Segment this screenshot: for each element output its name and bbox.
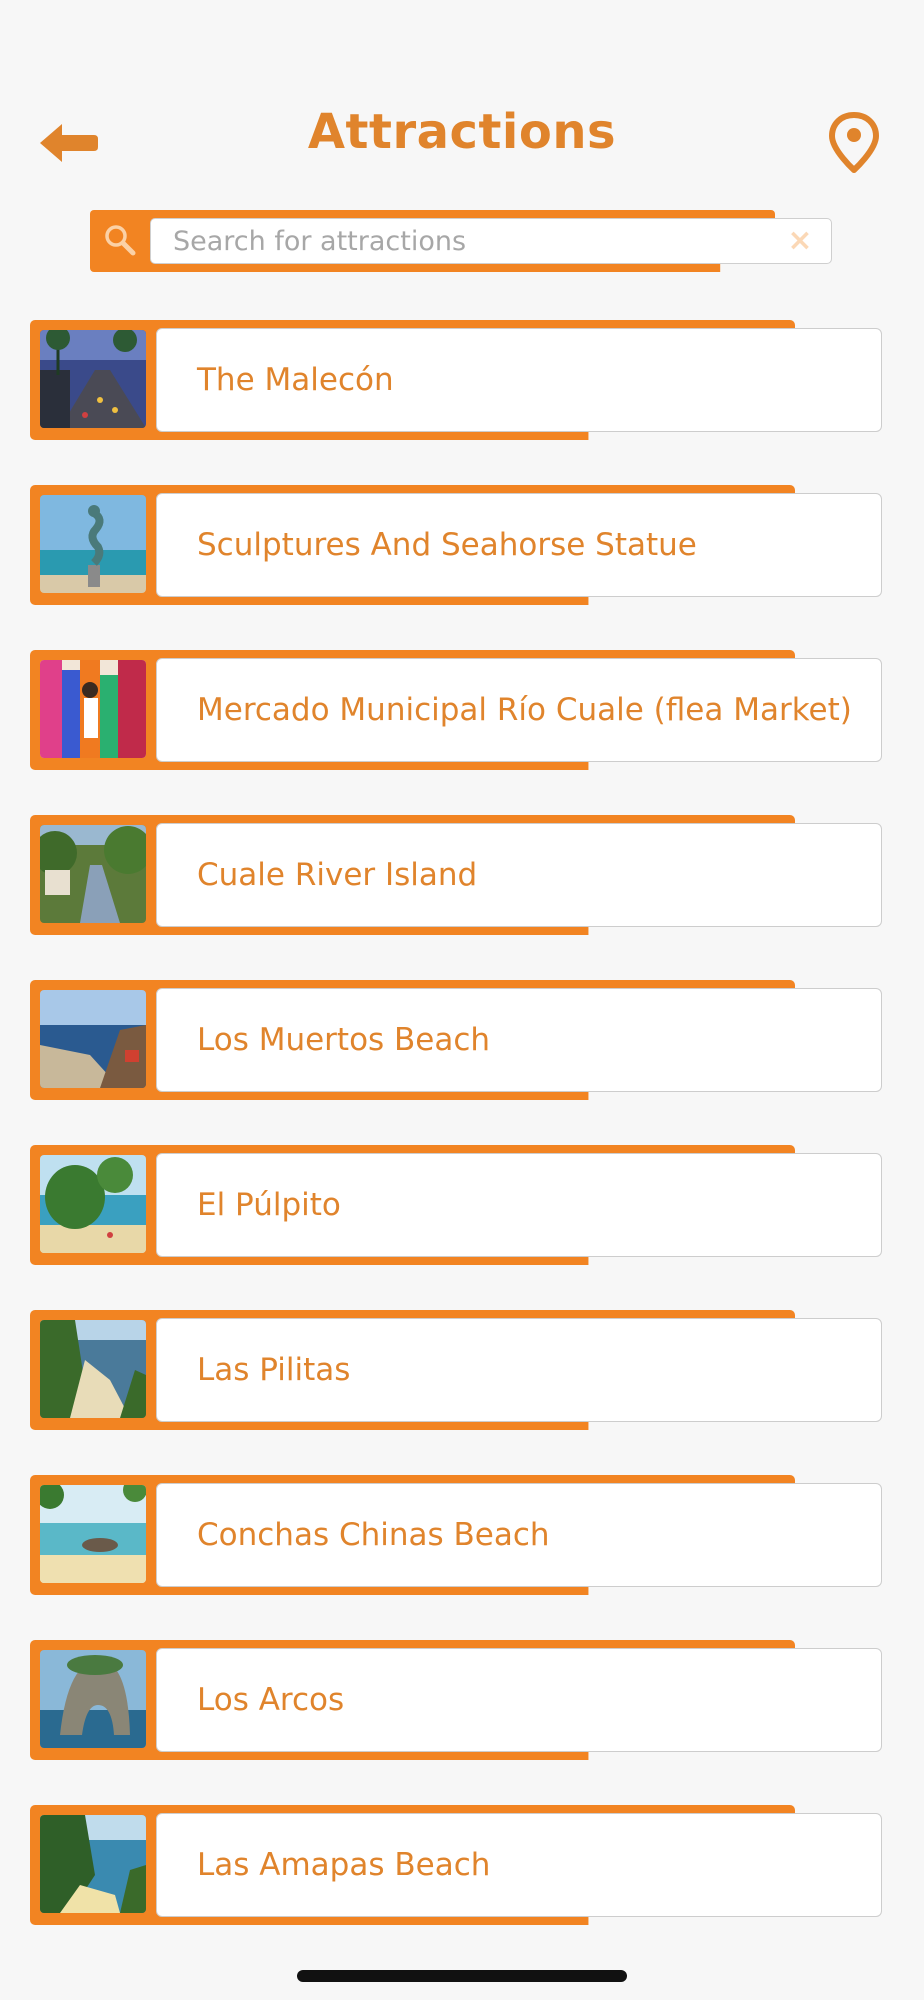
- list-item[interactable]: Los Arcos: [30, 1640, 882, 1760]
- clear-icon[interactable]: ×: [782, 223, 818, 259]
- page-title: Attractions: [307, 104, 617, 160]
- attraction-name: Los Muertos Beach: [197, 1022, 491, 1058]
- attraction-thumbnail: [40, 1155, 146, 1253]
- attraction-name: Cuale River Island: [197, 857, 478, 893]
- list-item[interactable]: Cuale River Island: [30, 815, 882, 935]
- attraction-name: Sculptures And Seahorse Statue: [197, 527, 697, 563]
- list-item[interactable]: El Púlpito: [30, 1145, 882, 1265]
- attraction-thumbnail: [40, 990, 146, 1088]
- attraction-name: Las Pilitas: [197, 1352, 351, 1388]
- attraction-name: Mercado Municipal Río Cuale (flea Market…: [197, 692, 852, 728]
- list-item[interactable]: Las Amapas Beach: [30, 1805, 882, 1925]
- home-indicator: [297, 1970, 627, 1982]
- location-button[interactable]: [828, 112, 880, 174]
- search-input[interactable]: [150, 218, 832, 264]
- attraction-thumbnail: [40, 1320, 146, 1418]
- header: Attractions: [0, 100, 924, 180]
- attraction-name: The Malecón: [197, 362, 394, 398]
- attraction-thumbnail: [40, 825, 146, 923]
- list-item[interactable]: The Malecón: [30, 320, 882, 440]
- search-bar: ×: [90, 210, 835, 272]
- attraction-thumbnail: [40, 1650, 146, 1748]
- attraction-thumbnail: [40, 1815, 146, 1913]
- attraction-thumbnail: [40, 1485, 146, 1583]
- attraction-name: Conchas Chinas Beach: [197, 1517, 550, 1553]
- location-pin-icon: [829, 112, 879, 173]
- list-item[interactable]: Conchas Chinas Beach: [30, 1475, 882, 1595]
- list-item[interactable]: Los Muertos Beach: [30, 980, 882, 1100]
- attraction-thumbnail: [40, 330, 146, 428]
- attraction-name: El Púlpito: [197, 1187, 341, 1223]
- list-item[interactable]: Sculptures And Seahorse Statue: [30, 485, 882, 605]
- attraction-thumbnail: [40, 495, 146, 593]
- attraction-name: Las Amapas Beach: [197, 1847, 491, 1883]
- list-item[interactable]: Mercado Municipal Río Cuale (flea Market…: [30, 650, 882, 770]
- attraction-name: Los Arcos: [197, 1682, 345, 1718]
- attraction-thumbnail: [40, 660, 146, 758]
- search-icon: [102, 222, 138, 258]
- list-item[interactable]: Las Pilitas: [30, 1310, 882, 1430]
